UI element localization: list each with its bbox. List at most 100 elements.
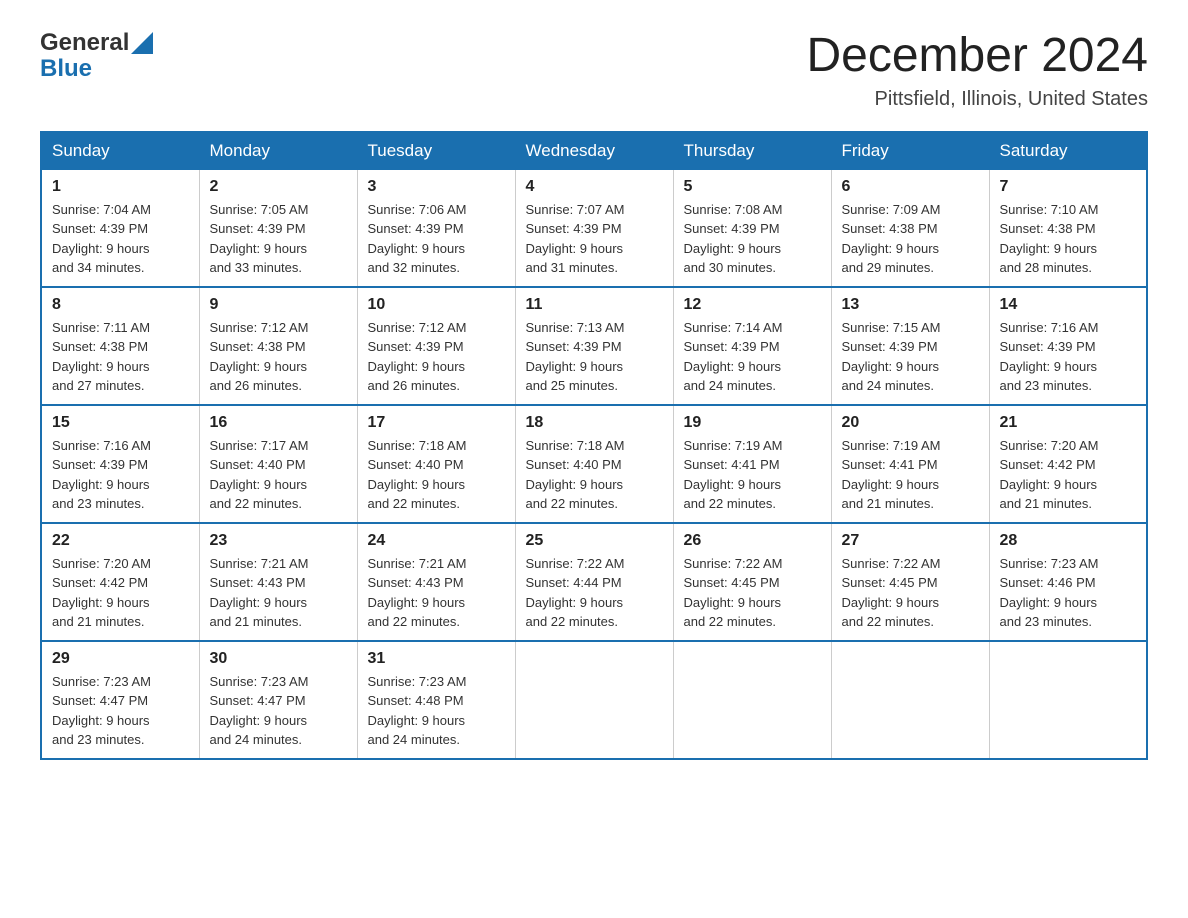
day-info: Sunrise: 7:17 AM Sunset: 4:40 PM Dayligh… [210,436,347,514]
calendar-day-cell: 30 Sunrise: 7:23 AM Sunset: 4:47 PM Dayl… [199,641,357,759]
day-number: 3 [368,178,505,196]
daylight-text: Daylight: 9 hours [1000,241,1098,256]
calendar-week-row: 29 Sunrise: 7:23 AM Sunset: 4:47 PM Dayl… [41,641,1147,759]
day-number: 24 [368,532,505,550]
daylight-minutes-text: and 25 minutes. [526,378,619,393]
sunset-text: Sunset: 4:40 PM [210,457,306,472]
day-info: Sunrise: 7:04 AM Sunset: 4:39 PM Dayligh… [52,200,189,278]
sunrise-text: Sunrise: 7:20 AM [1000,438,1099,453]
sunrise-text: Sunrise: 7:18 AM [368,438,467,453]
day-number: 5 [684,178,821,196]
daylight-minutes-text: and 21 minutes. [210,614,303,629]
location-subtitle: Pittsfield, Illinois, United States [806,88,1148,111]
day-info: Sunrise: 7:13 AM Sunset: 4:39 PM Dayligh… [526,318,663,396]
day-info: Sunrise: 7:21 AM Sunset: 4:43 PM Dayligh… [210,554,347,632]
day-info: Sunrise: 7:16 AM Sunset: 4:39 PM Dayligh… [1000,318,1137,396]
calendar-day-cell: 18 Sunrise: 7:18 AM Sunset: 4:40 PM Dayl… [515,405,673,523]
day-number: 1 [52,178,189,196]
day-number: 9 [210,296,347,314]
sunset-text: Sunset: 4:39 PM [526,221,622,236]
daylight-minutes-text: and 32 minutes. [368,260,461,275]
calendar-day-cell: 14 Sunrise: 7:16 AM Sunset: 4:39 PM Dayl… [989,287,1147,405]
calendar-day-cell: 6 Sunrise: 7:09 AM Sunset: 4:38 PM Dayli… [831,169,989,287]
daylight-text: Daylight: 9 hours [526,477,624,492]
day-number: 6 [842,178,979,196]
sunrise-text: Sunrise: 7:23 AM [1000,556,1099,571]
calendar-day-cell: 8 Sunrise: 7:11 AM Sunset: 4:38 PM Dayli… [41,287,199,405]
weekday-header-saturday: Saturday [989,132,1147,170]
day-number: 23 [210,532,347,550]
sunrise-text: Sunrise: 7:08 AM [684,202,783,217]
sunrise-text: Sunrise: 7:22 AM [526,556,625,571]
calendar-day-cell: 3 Sunrise: 7:06 AM Sunset: 4:39 PM Dayli… [357,169,515,287]
daylight-text: Daylight: 9 hours [368,477,466,492]
day-info: Sunrise: 7:22 AM Sunset: 4:45 PM Dayligh… [842,554,979,632]
sunrise-text: Sunrise: 7:17 AM [210,438,309,453]
daylight-minutes-text: and 29 minutes. [842,260,935,275]
calendar-day-cell: 22 Sunrise: 7:20 AM Sunset: 4:42 PM Dayl… [41,523,199,641]
daylight-minutes-text: and 24 minutes. [842,378,935,393]
daylight-minutes-text: and 24 minutes. [368,732,461,747]
day-number: 18 [526,414,663,432]
sunset-text: Sunset: 4:38 PM [842,221,938,236]
daylight-text: Daylight: 9 hours [842,477,940,492]
calendar-day-cell: 29 Sunrise: 7:23 AM Sunset: 4:47 PM Dayl… [41,641,199,759]
daylight-minutes-text: and 34 minutes. [52,260,145,275]
daylight-minutes-text: and 22 minutes. [210,496,303,511]
daylight-text: Daylight: 9 hours [52,713,150,728]
calendar-day-cell [831,641,989,759]
weekday-header-tuesday: Tuesday [357,132,515,170]
day-info: Sunrise: 7:11 AM Sunset: 4:38 PM Dayligh… [52,318,189,396]
sunrise-text: Sunrise: 7:09 AM [842,202,941,217]
sunrise-text: Sunrise: 7:20 AM [52,556,151,571]
daylight-minutes-text: and 27 minutes. [52,378,145,393]
calendar-day-cell: 10 Sunrise: 7:12 AM Sunset: 4:39 PM Dayl… [357,287,515,405]
sunrise-text: Sunrise: 7:21 AM [210,556,309,571]
sunset-text: Sunset: 4:47 PM [210,693,306,708]
day-info: Sunrise: 7:05 AM Sunset: 4:39 PM Dayligh… [210,200,347,278]
calendar-day-cell: 25 Sunrise: 7:22 AM Sunset: 4:44 PM Dayl… [515,523,673,641]
daylight-text: Daylight: 9 hours [684,241,782,256]
daylight-text: Daylight: 9 hours [52,595,150,610]
day-info: Sunrise: 7:23 AM Sunset: 4:48 PM Dayligh… [368,672,505,750]
sunset-text: Sunset: 4:39 PM [1000,339,1096,354]
sunset-text: Sunset: 4:39 PM [368,339,464,354]
calendar-day-cell: 19 Sunrise: 7:19 AM Sunset: 4:41 PM Dayl… [673,405,831,523]
sunset-text: Sunset: 4:45 PM [684,575,780,590]
day-number: 13 [842,296,979,314]
weekday-header-row: SundayMondayTuesdayWednesdayThursdayFrid… [41,132,1147,170]
sunset-text: Sunset: 4:42 PM [52,575,148,590]
daylight-text: Daylight: 9 hours [842,359,940,374]
daylight-minutes-text: and 22 minutes. [368,614,461,629]
daylight-text: Daylight: 9 hours [1000,477,1098,492]
sunset-text: Sunset: 4:39 PM [52,221,148,236]
day-number: 11 [526,296,663,314]
day-info: Sunrise: 7:20 AM Sunset: 4:42 PM Dayligh… [52,554,189,632]
daylight-minutes-text: and 24 minutes. [210,732,303,747]
daylight-text: Daylight: 9 hours [210,595,308,610]
daylight-text: Daylight: 9 hours [1000,359,1098,374]
sunset-text: Sunset: 4:38 PM [52,339,148,354]
day-info: Sunrise: 7:16 AM Sunset: 4:39 PM Dayligh… [52,436,189,514]
day-number: 14 [1000,296,1137,314]
sunset-text: Sunset: 4:39 PM [684,339,780,354]
sunrise-text: Sunrise: 7:23 AM [52,674,151,689]
day-number: 30 [210,650,347,668]
daylight-minutes-text: and 33 minutes. [210,260,303,275]
sunrise-text: Sunrise: 7:23 AM [368,674,467,689]
daylight-text: Daylight: 9 hours [684,595,782,610]
day-info: Sunrise: 7:23 AM Sunset: 4:47 PM Dayligh… [52,672,189,750]
day-info: Sunrise: 7:22 AM Sunset: 4:45 PM Dayligh… [684,554,821,632]
day-number: 25 [526,532,663,550]
calendar-day-cell: 1 Sunrise: 7:04 AM Sunset: 4:39 PM Dayli… [41,169,199,287]
day-info: Sunrise: 7:10 AM Sunset: 4:38 PM Dayligh… [1000,200,1137,278]
sunrise-text: Sunrise: 7:23 AM [210,674,309,689]
day-info: Sunrise: 7:12 AM Sunset: 4:39 PM Dayligh… [368,318,505,396]
day-number: 7 [1000,178,1137,196]
weekday-header-friday: Friday [831,132,989,170]
weekday-header-monday: Monday [199,132,357,170]
daylight-minutes-text: and 22 minutes. [526,496,619,511]
day-info: Sunrise: 7:20 AM Sunset: 4:42 PM Dayligh… [1000,436,1137,514]
day-number: 21 [1000,414,1137,432]
sunrise-text: Sunrise: 7:04 AM [52,202,151,217]
